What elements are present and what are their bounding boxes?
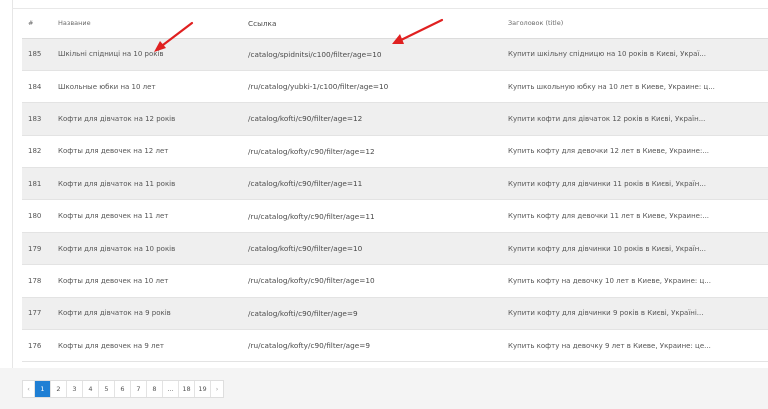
- row-link: /catalog/kofti/c90/filter/age=11: [248, 179, 363, 189]
- row-link: /ru/catalog/kofty/c90/filter/age=12: [248, 146, 375, 156]
- row-title: Купити кофту для дівчинки 9 років в Києв…: [508, 309, 704, 318]
- row-id: 177: [28, 309, 42, 318]
- row-name: Кофти для дівчаток на 12 років: [58, 114, 176, 123]
- row-id: 184: [28, 82, 42, 91]
- row-title: Купить кофту для девочки 12 лет в Киеве,…: [508, 147, 710, 156]
- row-name: Кофты для девочек на 10 лет: [58, 276, 169, 285]
- table-row[interactable]: 185 Шкільні спідниці на 10 років /catalo…: [22, 38, 768, 71]
- page: # Название Ссылка Заголовок (title) 185 …: [0, 0, 768, 409]
- row-title: Купити шкільну спідницю на 10 років в Ки…: [508, 50, 706, 59]
- pagination-page-1[interactable]: 1: [35, 381, 51, 397]
- row-link: /ru/catalog/kofty/c90/filter/age=10: [248, 276, 375, 286]
- pagination-page-4[interactable]: 4: [83, 381, 99, 397]
- pagination-ellipsis: ...: [163, 381, 179, 397]
- row-name: Шкільні спідниці на 10 років: [58, 50, 164, 59]
- pagination-page-3[interactable]: 3: [67, 381, 83, 397]
- row-name: Школьные юбки на 10 лет: [58, 82, 156, 91]
- row-link: /ru/catalog/kofty/c90/filter/age=11: [248, 211, 375, 221]
- row-name: Кофты для девочек на 12 лет: [58, 147, 169, 156]
- table-row[interactable]: 184 Школьные юбки на 10 лет /ru/catalog/…: [22, 70, 768, 103]
- row-title: Купить школьную юбку на 10 лет в Киеве, …: [508, 82, 715, 91]
- table-card: # Название Ссылка Заголовок (title) 185 …: [0, 0, 768, 368]
- row-link: /ru/catalog/kofty/c90/filter/age=9: [248, 341, 370, 351]
- row-id: 178: [28, 276, 42, 285]
- column-header-title[interactable]: Заголовок (title): [508, 9, 768, 39]
- row-link: /catalog/kofti/c90/filter/age=9: [248, 308, 358, 318]
- table-row[interactable]: 177 Кофти для дівчаток на 9 років /catal…: [22, 297, 768, 330]
- row-id: 183: [28, 114, 42, 123]
- row-id: 181: [28, 179, 42, 188]
- row-id: 185: [28, 50, 42, 59]
- row-title: Купити кофту для дівчинки 10 років в Киє…: [508, 244, 706, 253]
- table-row[interactable]: 176 Кофты для девочек на 9 лет /ru/catal…: [22, 329, 768, 362]
- data-table: # Название Ссылка Заголовок (title) 185 …: [22, 9, 768, 362]
- table-row[interactable]: 180 Кофты для девочек на 11 лет /ru/cata…: [22, 199, 768, 233]
- card-edge: [12, 0, 13, 368]
- table-row[interactable]: 182 Кофты для девочек на 12 лет /ru/cata…: [22, 135, 768, 168]
- row-name: Кофти для дівчаток на 11 років: [58, 179, 176, 188]
- row-link: /ru/catalog/yubki-1/c100/filter/age=10: [248, 82, 389, 92]
- pagination-page-8[interactable]: 8: [147, 381, 163, 397]
- row-link: /catalog/kofti/c90/filter/age=12: [248, 114, 363, 124]
- row-title: Купить кофту для девочки 11 лет в Киеве,…: [508, 212, 710, 221]
- row-link: /catalog/kofti/c90/filter/age=10: [248, 244, 363, 254]
- column-header-name[interactable]: Название: [58, 9, 248, 39]
- row-title: Купити кофти для дівчаток 12 років в Киє…: [508, 114, 706, 123]
- row-id: 179: [28, 244, 42, 253]
- row-link: /catalog/spidnitsi/c100/filter/age=10: [248, 49, 382, 59]
- pagination-page-5[interactable]: 5: [99, 381, 115, 397]
- row-id: 182: [28, 147, 42, 156]
- column-header-id[interactable]: #: [22, 9, 58, 39]
- pagination-page-6[interactable]: 6: [115, 381, 131, 397]
- row-name: Кофты для девочек на 11 лет: [58, 212, 169, 221]
- table-row[interactable]: 181 Кофти для дівчаток на 11 років /cata…: [22, 167, 768, 200]
- table-row[interactable]: 178 Кофты для девочек на 10 лет /ru/cata…: [22, 264, 768, 298]
- pagination: ‹ 1 2 3 4 5 6 7 8 ... 18 19 ›: [22, 380, 224, 398]
- table-row[interactable]: 179 Кофти для дівчаток на 10 років /cata…: [22, 232, 768, 265]
- column-header-link[interactable]: Ссылка: [248, 9, 508, 39]
- pagination-next-button[interactable]: ›: [211, 381, 223, 397]
- row-title: Купить кофту на девочку 10 лет в Киеве, …: [508, 276, 711, 285]
- table-header-row: # Название Ссылка Заголовок (title): [22, 9, 768, 39]
- pagination-page-19[interactable]: 19: [195, 381, 211, 397]
- row-name: Кофти для дівчаток на 10 років: [58, 244, 176, 253]
- row-title: Купить кофту на девочку 9 лет в Киеве, У…: [508, 341, 711, 350]
- table-row[interactable]: 183 Кофти для дівчаток на 12 років /cata…: [22, 102, 768, 136]
- row-title: Купити кофту для дівчинки 11 років в Киє…: [508, 179, 706, 188]
- row-name: Кофти для дівчаток на 9 років: [58, 309, 171, 318]
- pagination-page-18[interactable]: 18: [179, 381, 195, 397]
- pagination-page-7[interactable]: 7: [131, 381, 147, 397]
- pagination-prev-button[interactable]: ‹: [23, 381, 35, 397]
- row-id: 176: [28, 341, 42, 350]
- pagination-page-2[interactable]: 2: [51, 381, 67, 397]
- row-id: 180: [28, 212, 42, 221]
- row-name: Кофты для девочек на 9 лет: [58, 341, 164, 350]
